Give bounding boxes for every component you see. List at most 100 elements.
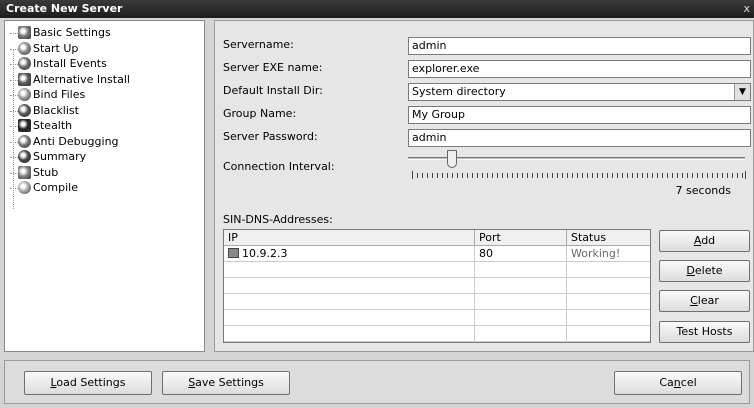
slider-tick-start [412, 171, 413, 179]
interval-slider-track[interactable] [408, 157, 745, 160]
tree-item-compile[interactable]: Compile [5, 180, 204, 196]
save-label: ave Settings [195, 376, 264, 389]
tree-branch [10, 157, 18, 158]
exe-name-field[interactable]: explorer.exe [408, 60, 751, 78]
tree-item-label: Start Up [33, 41, 79, 55]
table-row[interactable] [224, 262, 650, 278]
interval-slider-thumb[interactable] [446, 150, 457, 168]
tree-item-label: Install Events [33, 57, 107, 70]
load-settings-button[interactable]: Load Settings [24, 371, 152, 395]
tree-branch [10, 141, 18, 143]
anti-debug-icon [18, 134, 31, 148]
column-header-ip[interactable]: IP [224, 230, 475, 246]
cell-ip [224, 310, 475, 326]
tree-item-label: Bind Files [33, 88, 86, 101]
cell-port [475, 294, 567, 310]
settings-tree: Basic Settings Start Up Install Events Alte… [4, 20, 205, 352]
startup-icon [18, 41, 31, 55]
dns-label: SIN-DNS-Addresses: [223, 213, 333, 226]
delete-button-mnemonic: D [686, 264, 695, 277]
cell-status [567, 262, 650, 278]
table-row[interactable] [224, 294, 650, 310]
exe-name-label: Server EXE name: [223, 61, 323, 74]
close-icon[interactable]: x [743, 0, 750, 18]
install-dir-select[interactable]: System directory ▼ [408, 83, 751, 101]
bind-icon [18, 88, 31, 101]
tree-item-start-up[interactable]: Start Up [5, 41, 204, 57]
cell-ip [224, 262, 475, 278]
tree-item-blacklist[interactable]: Blacklist [5, 103, 204, 119]
tree-branch [10, 64, 18, 65]
password-field[interactable]: admin [408, 129, 751, 147]
tree-item-bind-files[interactable]: Bind Files [5, 87, 204, 103]
cell-status [567, 294, 650, 310]
cancel-label-start: Ca [659, 376, 674, 389]
tree-item-label: Summary [33, 150, 87, 163]
test-hosts-label: Test Hosts [676, 325, 733, 338]
add-button[interactable]: Add [659, 230, 750, 252]
tree-item-stealth[interactable]: Stealth [5, 118, 204, 134]
tree-branch [10, 48, 18, 50]
stub-icon [18, 165, 31, 179]
ip-value: 10.9.2.3 [242, 247, 288, 260]
tree-item-anti-debugging[interactable]: Anti Debugging [5, 134, 204, 150]
password-label: Server Password: [223, 130, 318, 143]
settings-panel: Servername: admin Server EXE name: explo… [214, 20, 754, 352]
tree-item-label: Compile [33, 181, 78, 194]
interval-label: Connection Interval: [223, 160, 335, 173]
tree-item-label: Blacklist [33, 103, 79, 117]
tree-item-summary[interactable]: Summary [5, 149, 204, 165]
tree-branch [10, 95, 18, 96]
tree-item-stub[interactable]: Stub [5, 165, 204, 181]
tree-item-label: Basic Settings [33, 26, 111, 39]
column-header-port[interactable]: Port [475, 230, 567, 246]
cell-status [567, 326, 650, 342]
group-name-field[interactable]: My Group [408, 106, 751, 124]
tree-branch [10, 188, 18, 189]
tree-branch [10, 79, 18, 81]
add-button-label: dd [701, 234, 716, 247]
table-row[interactable] [224, 326, 650, 342]
table-row[interactable]: 10.9.2.3 80 Working! [224, 246, 650, 262]
cell-port [475, 310, 567, 326]
tree-branch [10, 126, 18, 127]
save-settings-button[interactable]: Save Settings [162, 371, 290, 395]
cell-status [567, 278, 650, 294]
install-dir-value: System directory [412, 85, 506, 98]
install-dir-label: Default Install Dir: [223, 84, 323, 97]
tree-item-alternative-install[interactable]: Alternative Install [5, 72, 204, 88]
cancel-button[interactable]: Cancel [614, 371, 742, 395]
column-header-status[interactable]: Status [567, 230, 650, 246]
cell-port [475, 278, 567, 294]
load-label: oad Settings [56, 376, 126, 389]
compile-icon [18, 181, 31, 194]
clear-button-label: lear [697, 294, 719, 307]
server-icon [228, 248, 239, 258]
cell-port: 80 [475, 246, 567, 262]
tree-item-label: Stub [33, 165, 59, 179]
chevron-down-icon[interactable]: ▼ [734, 84, 750, 100]
stealth-icon [18, 119, 31, 132]
tree-item-basic-settings[interactable]: Basic Settings [5, 25, 204, 41]
window-title: Create New Server [6, 2, 123, 15]
cell-port [475, 326, 567, 342]
table-row[interactable] [224, 278, 650, 294]
alt-install-icon [18, 72, 31, 86]
table-row[interactable] [224, 310, 650, 326]
footer-bar: Load Settings Save Settings Cancel [4, 360, 750, 404]
delete-button[interactable]: Delete [659, 260, 750, 282]
clear-button[interactable]: Clear [659, 290, 750, 312]
cell-ip [224, 326, 475, 342]
clear-button-mnemonic: C [690, 294, 698, 307]
tree-item-label: Anti Debugging [33, 134, 119, 148]
summary-icon [18, 150, 31, 163]
cancel-mnemonic: n [673, 376, 681, 389]
tree-item-label: Stealth [33, 119, 73, 132]
servername-field[interactable]: admin [408, 37, 751, 55]
tree-branch [10, 33, 18, 34]
group-name-label: Group Name: [223, 107, 297, 120]
tree-item-install-events[interactable]: Install Events [5, 56, 204, 72]
test-hosts-button[interactable]: Test Hosts [659, 321, 750, 343]
install-icon [18, 57, 31, 70]
dns-table-header: IP Port Status [224, 230, 650, 246]
